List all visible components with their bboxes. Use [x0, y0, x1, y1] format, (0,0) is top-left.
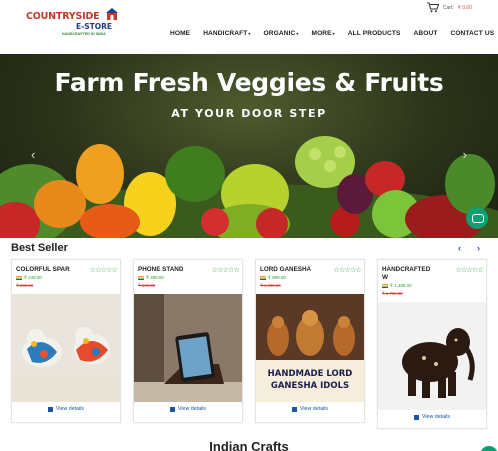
product-image[interactable] [134, 294, 242, 402]
house-logo-icon [106, 8, 118, 20]
product-old-price: ₹ 1,700.00 [382, 291, 403, 296]
india-flag-icon [138, 276, 144, 280]
product-name: PHONE STAND [138, 266, 184, 273]
nav-organic[interactable]: ORGANIC [264, 30, 299, 37]
carousel-prev-icon[interactable]: ‹ [458, 243, 461, 253]
rating-stars-icon: ☆☆☆☆☆ [89, 267, 118, 274]
logo-text-line1: COUNTRYSIDE [26, 11, 100, 22]
product-old-price: ₹ 299.00 [16, 283, 34, 288]
india-flag-icon [16, 276, 22, 280]
banner-title: Farm Fresh Veggies & Fruits [54, 68, 444, 97]
nav-handicraft[interactable]: HANDICRAFT [203, 30, 250, 37]
product-name: LORD GANESHA [260, 266, 312, 273]
carousel-next-icon[interactable]: › [477, 243, 480, 253]
product-price: ₹ 249.00 [24, 275, 42, 280]
rating-stars-icon: ☆☆☆☆☆ [333, 267, 362, 274]
cart-amount: ₹ 0.00 [457, 4, 472, 11]
nav-about[interactable]: ABOUT [414, 30, 438, 37]
product-image[interactable]: HANDMADE LORD GANESHA IDOLS [256, 294, 364, 402]
logo-tagline: HANDCRAFTED IN INDIA [62, 32, 106, 36]
view-details-label: View details [299, 406, 329, 412]
site-header: COUNTRYSIDE E-STORE HANDCRAFTED IN INDIA… [0, 0, 498, 52]
price-row: ₹ 1,499.00 [382, 283, 412, 289]
view-details-link[interactable]: View details [378, 414, 486, 420]
logo-text-line2: E-STORE [76, 22, 113, 31]
product-image[interactable] [378, 302, 486, 410]
list-icon [413, 414, 419, 420]
product-name-line2: W [382, 274, 388, 281]
view-details-label: View details [55, 406, 85, 412]
product-price: ₹ 399.00 [146, 275, 164, 280]
main-nav: HOME HANDICRAFT ORGANIC MORE ALL PRODUCT… [170, 30, 498, 37]
product-name: HANDCRAFTED [382, 266, 431, 273]
store-logo[interactable]: COUNTRYSIDE E-STORE HANDCRAFTED IN INDIA [26, 7, 126, 37]
hero-banner[interactable]: Farm Fresh Veggies & Fruits AT YOUR DOOR… [0, 54, 498, 238]
product-old-price: ₹ 1,000.00 [260, 283, 281, 288]
product-price: ₹ 1,499.00 [390, 283, 412, 288]
ganesha-image-caption: HANDMADE LORD GANESHA IDOLS [267, 369, 353, 391]
nav-all-products[interactable]: ALL PRODUCTS [348, 30, 401, 37]
view-details-link[interactable]: View details [256, 406, 364, 412]
cart-link[interactable]: Cart: ₹ 0.00 [426, 2, 472, 13]
nav-home[interactable]: HOME [170, 30, 190, 37]
list-icon [291, 406, 297, 412]
banner-next-arrow-icon[interactable]: › [463, 147, 467, 162]
indian-crafts-title: Indian Crafts [209, 439, 289, 451]
product-name: COLORFUL SPAR [16, 266, 70, 273]
price-row: ₹ 249.00 [16, 275, 42, 281]
nav-contact-us[interactable]: CONTACT US [450, 30, 494, 37]
product-price: ₹ 899.00 [268, 275, 286, 280]
product-card-colorful-sparrow[interactable]: COLORFUL SPAR ☆☆☆☆☆ ₹ 249.00 ₹ 299.00 Vi… [11, 259, 121, 423]
best-seller-title: Best Seller [11, 242, 68, 254]
rating-stars-icon: ☆☆☆☆☆ [211, 267, 240, 274]
banner-prev-arrow-icon[interactable]: ‹ [31, 147, 35, 162]
product-card-phone-stand[interactable]: PHONE STAND ☆☆☆☆☆ ₹ 399.00 ₹ 599.00 View… [133, 259, 243, 423]
product-old-price: ₹ 599.00 [138, 283, 156, 288]
view-details-label: View details [421, 414, 451, 420]
chat-bubble-icon[interactable] [466, 207, 488, 229]
nav-more[interactable]: MORE [311, 30, 334, 37]
product-card-lord-ganesha[interactable]: LORD GANESHA ☆☆☆☆☆ ₹ 899.00 ₹ 1,000.00 H… [255, 259, 365, 423]
product-card-handcrafted-w[interactable]: HANDCRAFTED W ☆☆☆☆☆ ₹ 1,499.00 ₹ 1,700.0… [377, 259, 487, 429]
india-flag-icon [382, 284, 388, 288]
list-icon [169, 406, 175, 412]
price-row: ₹ 399.00 [138, 275, 164, 281]
list-icon [47, 406, 53, 412]
view-details-label: View details [177, 406, 207, 412]
view-details-link[interactable]: View details [12, 406, 120, 412]
india-flag-icon [260, 276, 266, 280]
price-row: ₹ 899.00 [260, 275, 286, 281]
rating-stars-icon: ☆☆☆☆☆ [455, 267, 484, 274]
product-image[interactable] [12, 294, 120, 402]
banner-subtitle: AT YOUR DOOR STEP [171, 107, 327, 120]
view-details-link[interactable]: View details [134, 406, 242, 412]
cart-label: Cart: [442, 4, 454, 11]
cart-icon [426, 2, 439, 13]
